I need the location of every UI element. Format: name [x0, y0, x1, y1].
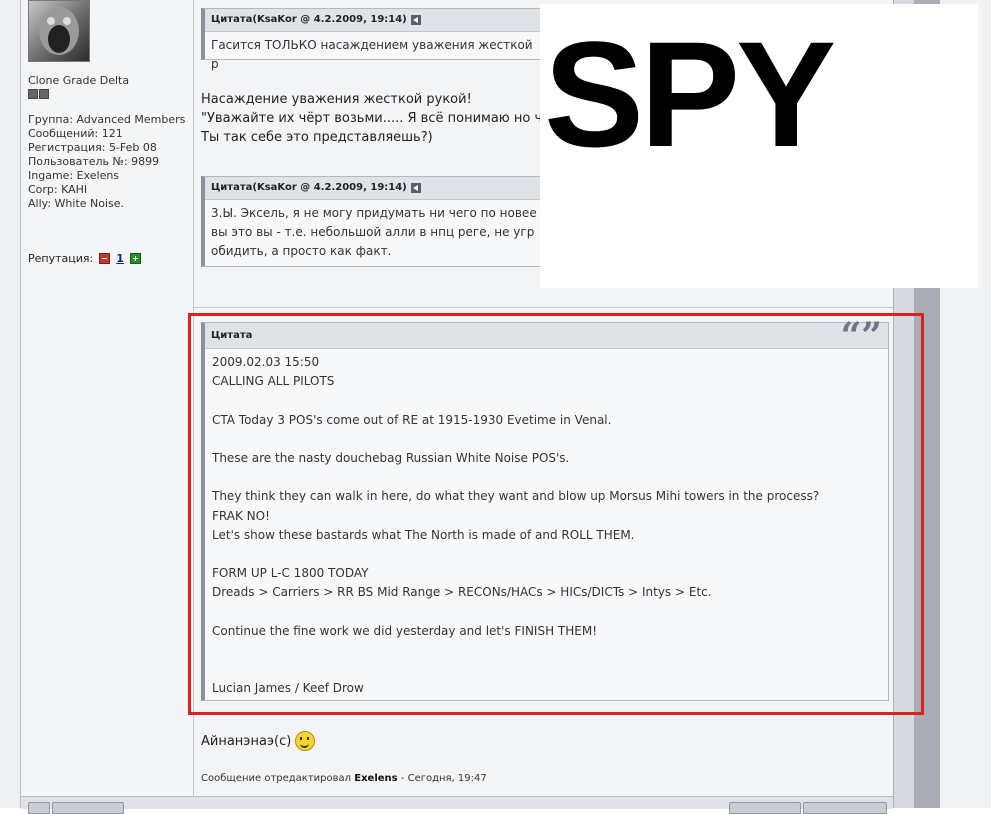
- user-ingame: Ingame: Exelens: [28, 169, 120, 182]
- quote-body: Гасится ТОЛЬКО насаждением уважения жест…: [211, 38, 533, 71]
- post-line: Насаждение уважения жесткой рукой!: [201, 92, 472, 107]
- quote-block: Цитата(KsaKor @ 4.2.2009, 19:14) 3.Ы. Эк…: [201, 176, 546, 267]
- user-registered: Регистрация: 5-Feb 08: [28, 141, 157, 154]
- quote-line: 3.Ы. Эксель, я не могу придумать ни чего…: [211, 206, 537, 220]
- post-line: Ты так себе это представляешь?): [201, 130, 433, 145]
- quote-line: обидить, а просто как факт.: [211, 244, 392, 258]
- avatar-image: [39, 7, 79, 55]
- profile-button[interactable]: [52, 802, 124, 814]
- reply-content: Айнанэнаэ(с): [201, 733, 292, 749]
- post-line: "Уважайте их чёрт возьми..... Я всё пони…: [201, 111, 559, 126]
- user-corp: Corp: KAHI: [28, 183, 88, 196]
- edit-button[interactable]: [729, 802, 801, 814]
- edited-prefix: Сообщение отредактировал: [201, 773, 352, 784]
- view-post-icon[interactable]: [410, 15, 421, 25]
- red-highlight-box: [188, 313, 924, 715]
- edited-time: - Сегодня, 19:47: [400, 773, 487, 784]
- user-post-count: Сообщений: 121: [28, 127, 123, 140]
- quote-line: вы это вы - т.е. небольшой алли в нпц ре…: [211, 225, 535, 239]
- post-divider: [194, 307, 893, 308]
- reputation-label: Репутация:: [28, 252, 94, 265]
- report-button[interactable]: [28, 802, 50, 814]
- user-title: Clone Grade Delta: [28, 74, 130, 87]
- rank-pip: [28, 89, 38, 99]
- spy-overlay-text: SPY: [544, 10, 836, 178]
- post-text: Насаждение уважения жесткой рукой! "Уваж…: [201, 90, 558, 147]
- quote-author: Цитата(KsaKor @ 4.2.2009, 19:14): [211, 182, 407, 193]
- quote-body: 3.Ы. Эксель, я не могу придумать ни чего…: [205, 200, 545, 265]
- quote-block: Цитата(KsaKor @ 4.2.2009, 19:14) Гасится…: [201, 8, 546, 71]
- avatar[interactable]: [28, 0, 90, 62]
- user-ally: Ally: White Noise.: [28, 197, 125, 210]
- reputation-minus-icon[interactable]: [99, 253, 111, 264]
- user-group: Группа: Advanced Members: [28, 113, 186, 126]
- edited-user[interactable]: Exelens: [354, 773, 397, 784]
- quote-header: Цитата(KsaKor @ 4.2.2009, 19:14): [205, 9, 545, 32]
- quote-button[interactable]: [803, 802, 887, 814]
- reputation-row: Репутация: 1: [28, 252, 141, 265]
- smiley-icon: [295, 731, 316, 751]
- view-post-icon[interactable]: [410, 183, 421, 193]
- page-left-border: [0, 0, 21, 808]
- reputation-plus-icon[interactable]: [129, 253, 141, 264]
- user-details: Группа: Advanced Members Сообщений: 121 …: [28, 113, 185, 211]
- reply-text: Айнанэнаэ(с): [201, 731, 316, 751]
- rank-pip: [39, 89, 49, 99]
- quote-header: Цитата(KsaKor @ 4.2.2009, 19:14): [205, 177, 545, 200]
- edited-note: Сообщение отредактировал Exelens - Сегод…: [201, 773, 487, 784]
- quote-author: Цитата(KsaKor @ 4.2.2009, 19:14): [211, 14, 407, 25]
- reputation-value[interactable]: 1: [116, 252, 124, 265]
- user-number: Пользователь №: 9899: [28, 155, 160, 168]
